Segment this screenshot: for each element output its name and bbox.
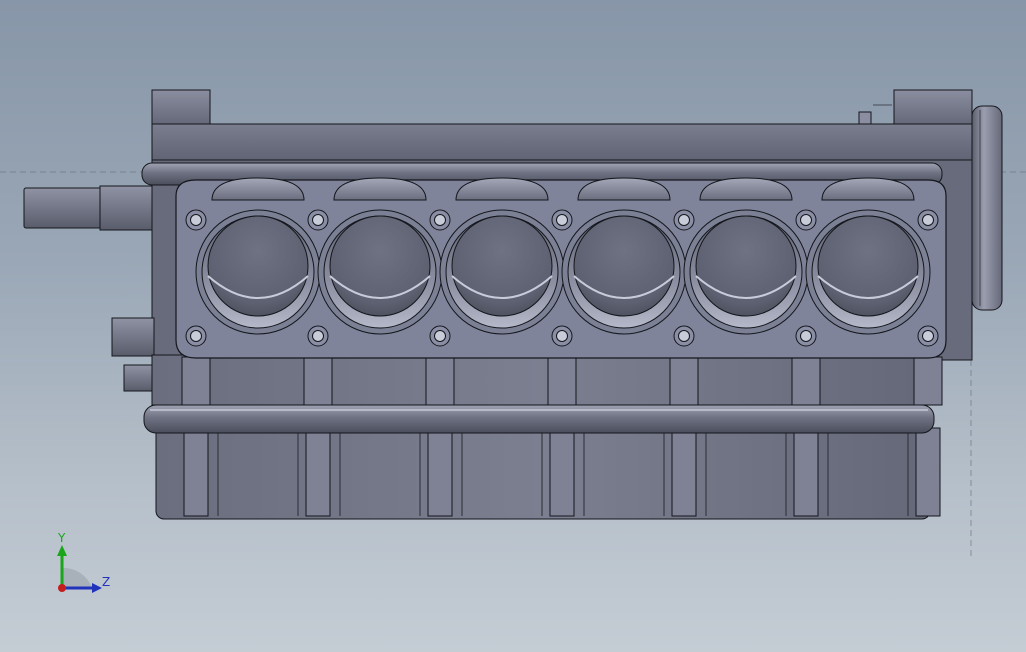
origin-dot [58,584,66,592]
triad-plane [62,567,92,588]
graphics-viewport[interactable]: Y Z [0,0,1026,652]
triad-z-label: Z [102,575,111,589]
triad-y-label: Y [58,531,66,545]
axis-triad [57,545,102,593]
